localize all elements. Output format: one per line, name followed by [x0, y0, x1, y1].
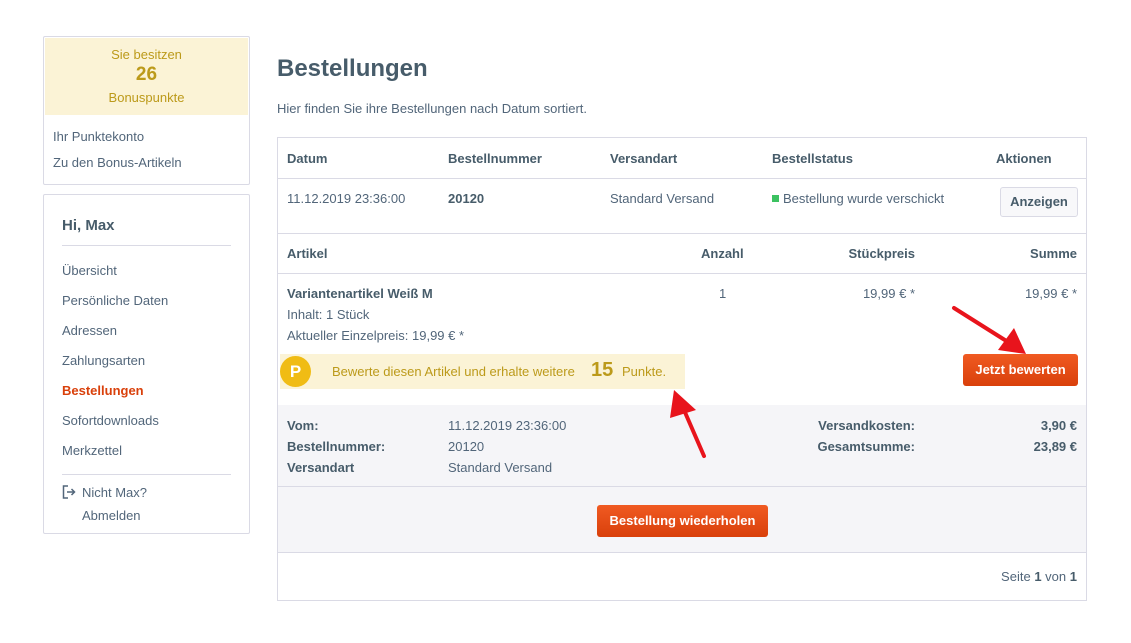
logout-icon: [62, 485, 76, 499]
page-description: Hier finden Sie ihre Bestellungen nach D…: [277, 101, 587, 116]
column-header-shipping: Versandart: [610, 151, 678, 166]
summary-label-shipping: Versandart: [287, 460, 355, 475]
order-panel: Datum Bestellnummer Versandart Bestellst…: [277, 137, 1087, 601]
order-date: 11.12.2019 23:36:00: [287, 191, 406, 206]
logout-link[interactable]: Abmelden: [82, 508, 141, 523]
nav-overview[interactable]: Übersicht: [62, 263, 117, 278]
order-status: Bestellung wurde verschickt: [772, 191, 944, 206]
account-navigation: Hi, Max Übersicht Persönliche Daten Adre…: [43, 194, 250, 534]
item-current-price: Aktueller Einzelpreis: 19,99 € *: [287, 328, 465, 343]
order-status-text: Bestellung wurde verschickt: [783, 191, 945, 206]
nav-orders[interactable]: Bestellungen: [62, 383, 144, 398]
bonus-points-summary: Sie besitzen 26 Bonuspunkte: [45, 38, 248, 115]
show-order-button[interactable]: Anzeigen: [1000, 187, 1078, 217]
points-icon: P: [280, 356, 311, 387]
account-greeting: Hi, Max: [62, 217, 115, 234]
column-header-article: Artikel: [287, 246, 328, 261]
column-header-date: Datum: [287, 151, 328, 166]
bonus-label-top: Sie besitzen: [111, 47, 182, 62]
item-unit-price: 19,99 € *: [862, 286, 915, 301]
divider: [278, 233, 1086, 234]
summary-label-order-number: Bestellnummer:: [287, 439, 386, 454]
column-header-unit-price: Stückpreis: [848, 246, 915, 261]
pagination-middle: von: [1045, 569, 1067, 584]
column-header-order-number: Bestellnummer: [448, 151, 542, 166]
nav-wishlist[interactable]: Merkzettel: [62, 443, 122, 458]
review-hint-text: Bewerte diesen Artikel und erhalte weite…: [332, 364, 575, 379]
summary-shipping: Standard Versand: [448, 460, 553, 475]
column-header-actions: Aktionen: [996, 151, 1052, 166]
divider: [62, 474, 231, 475]
status-indicator-icon: [772, 195, 779, 202]
divider: [278, 486, 1086, 487]
column-header-status: Bestellstatus: [772, 151, 853, 166]
column-header-quantity: Anzahl: [701, 246, 744, 261]
pagination: Seite 1 von 1: [877, 569, 1077, 584]
summary-label-shipping-costs: Versandkosten:: [818, 418, 915, 433]
points-account-link[interactable]: Ihr Punktekonto: [53, 129, 144, 144]
divider: [62, 245, 231, 246]
nav-addresses[interactable]: Adressen: [62, 323, 117, 338]
pagination-prefix: Seite: [1001, 569, 1031, 584]
summary-shipping-costs: 3,90 €: [1040, 418, 1077, 433]
nav-payment-methods[interactable]: Zahlungsarten: [62, 353, 145, 368]
summary-label-grand-total: Gesamtsumme:: [817, 439, 915, 454]
item-quantity: 1: [719, 286, 727, 301]
repeat-order-button[interactable]: Bestellung wiederholen: [597, 505, 768, 537]
divider: [278, 552, 1086, 553]
bonus-label-bottom: Bonuspunkte: [108, 90, 185, 105]
bonus-articles-link[interactable]: Zu den Bonus-Artikeln: [53, 155, 182, 170]
review-hint-suffix: Punkte.: [622, 364, 667, 379]
nav-instant-downloads[interactable]: Sofortdownloads: [62, 413, 159, 428]
summary-label-date: Vom:: [287, 418, 319, 433]
annotation-arrow-icon: [952, 306, 1026, 354]
review-points-count: 15: [591, 359, 614, 381]
summary-order-number: 20120: [448, 439, 485, 454]
column-header-total: Summe: [1030, 246, 1077, 261]
order-number: 20120: [448, 191, 485, 206]
order-shipping: Standard Versand: [610, 191, 715, 206]
summary-grand-total: 23,89 €: [1033, 439, 1077, 454]
bonus-points-box: Sie besitzen 26 Bonuspunkte Ihr Punkteko…: [43, 36, 250, 185]
item-content: Inhalt: 1 Stück: [287, 307, 370, 322]
review-points-hint: P Bewerte diesen Artikel und erhalte wei…: [280, 354, 685, 389]
bonus-points-count: 26: [135, 64, 158, 85]
page-title: Bestellungen: [277, 55, 428, 82]
not-user-text: Nicht Max?: [82, 485, 148, 500]
nav-personal-data[interactable]: Persönliche Daten: [62, 293, 168, 308]
divider: [278, 178, 1086, 179]
summary-date: 11.12.2019 23:36:00: [448, 418, 567, 433]
pagination-current: 1: [1034, 569, 1042, 584]
annotation-arrow-icon: [670, 390, 706, 458]
divider: [278, 273, 1086, 274]
pagination-total: 1: [1069, 569, 1077, 584]
item-name: Variantenartikel Weiß M: [287, 286, 433, 301]
